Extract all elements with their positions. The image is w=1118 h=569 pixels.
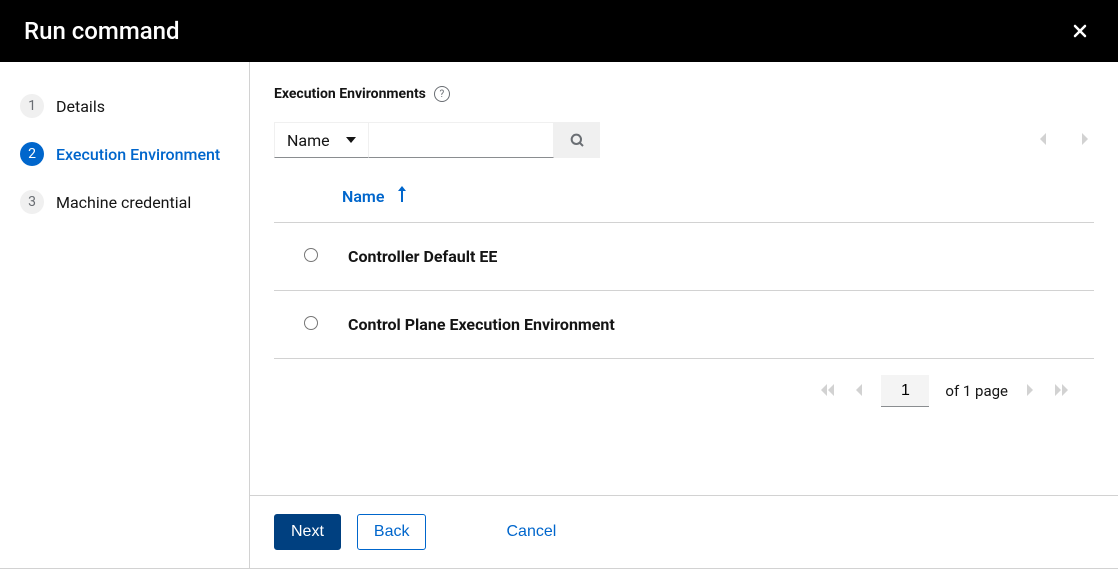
search-icon [569,132,585,148]
column-header-name[interactable]: Name [342,186,408,206]
row-radio[interactable] [304,248,318,262]
table-row[interactable]: Controller Default EE [274,223,1094,291]
search-button[interactable] [554,122,600,158]
next-button[interactable]: Next [274,514,341,550]
double-chevron-right-icon [1054,384,1068,396]
chevron-left-icon [1038,132,1048,146]
filter-input[interactable] [369,122,554,158]
cancel-button[interactable]: Cancel [490,515,572,549]
chevron-right-icon [1026,384,1034,396]
section-title: Execution Environments ? [274,86,1094,102]
page-info: of 1 page [945,382,1008,400]
row-radio[interactable] [304,316,318,330]
modal-footer: Next Back Cancel [250,495,1118,568]
filter-field-select[interactable]: Name [274,122,369,158]
wizard-step-execution-environment[interactable]: 2 Execution Environment [16,134,233,174]
column-header-label: Name [342,187,384,206]
first-page-button[interactable] [819,381,837,401]
modal-title: Run command [24,17,180,45]
chevron-right-icon [1080,132,1090,146]
top-next-button[interactable] [1076,128,1094,153]
back-button[interactable]: Back [357,514,427,550]
step-label: Details [56,97,105,116]
prev-page-button[interactable] [853,381,865,401]
pagination: of 1 page [274,359,1094,423]
step-number: 1 [20,94,44,118]
row-name: Controller Default EE [348,247,497,266]
section-title-text: Execution Environments [274,86,426,102]
double-chevron-left-icon [821,384,835,396]
page-number-input[interactable] [881,375,929,407]
table-row[interactable]: Control Plane Execution Environment [274,291,1094,359]
modal-header: Run command [0,0,1118,62]
top-prev-button[interactable] [1034,128,1052,153]
wizard-sidebar: 1 Details 2 Execution Environment 3 Mach… [0,62,250,568]
step-label: Machine credential [56,193,191,212]
row-name: Control Plane Execution Environment [348,315,615,334]
sort-asc-icon [396,186,408,206]
wizard-step-details[interactable]: 1 Details [16,86,233,126]
filter-field-label: Name [287,131,330,150]
close-button[interactable] [1066,17,1094,45]
close-icon [1070,21,1090,41]
step-number: 3 [20,190,44,214]
next-page-button[interactable] [1024,381,1036,401]
filter-group: Name [274,122,600,158]
caret-down-icon [346,137,356,143]
wizard-step-machine-credential[interactable]: 3 Machine credential [16,182,233,222]
chevron-left-icon [855,384,863,396]
step-number: 2 [20,142,44,166]
help-icon[interactable]: ? [434,86,450,102]
last-page-button[interactable] [1052,381,1070,401]
environments-table: Name Controller Default EE [274,174,1094,359]
step-label: Execution Environment [56,145,220,164]
